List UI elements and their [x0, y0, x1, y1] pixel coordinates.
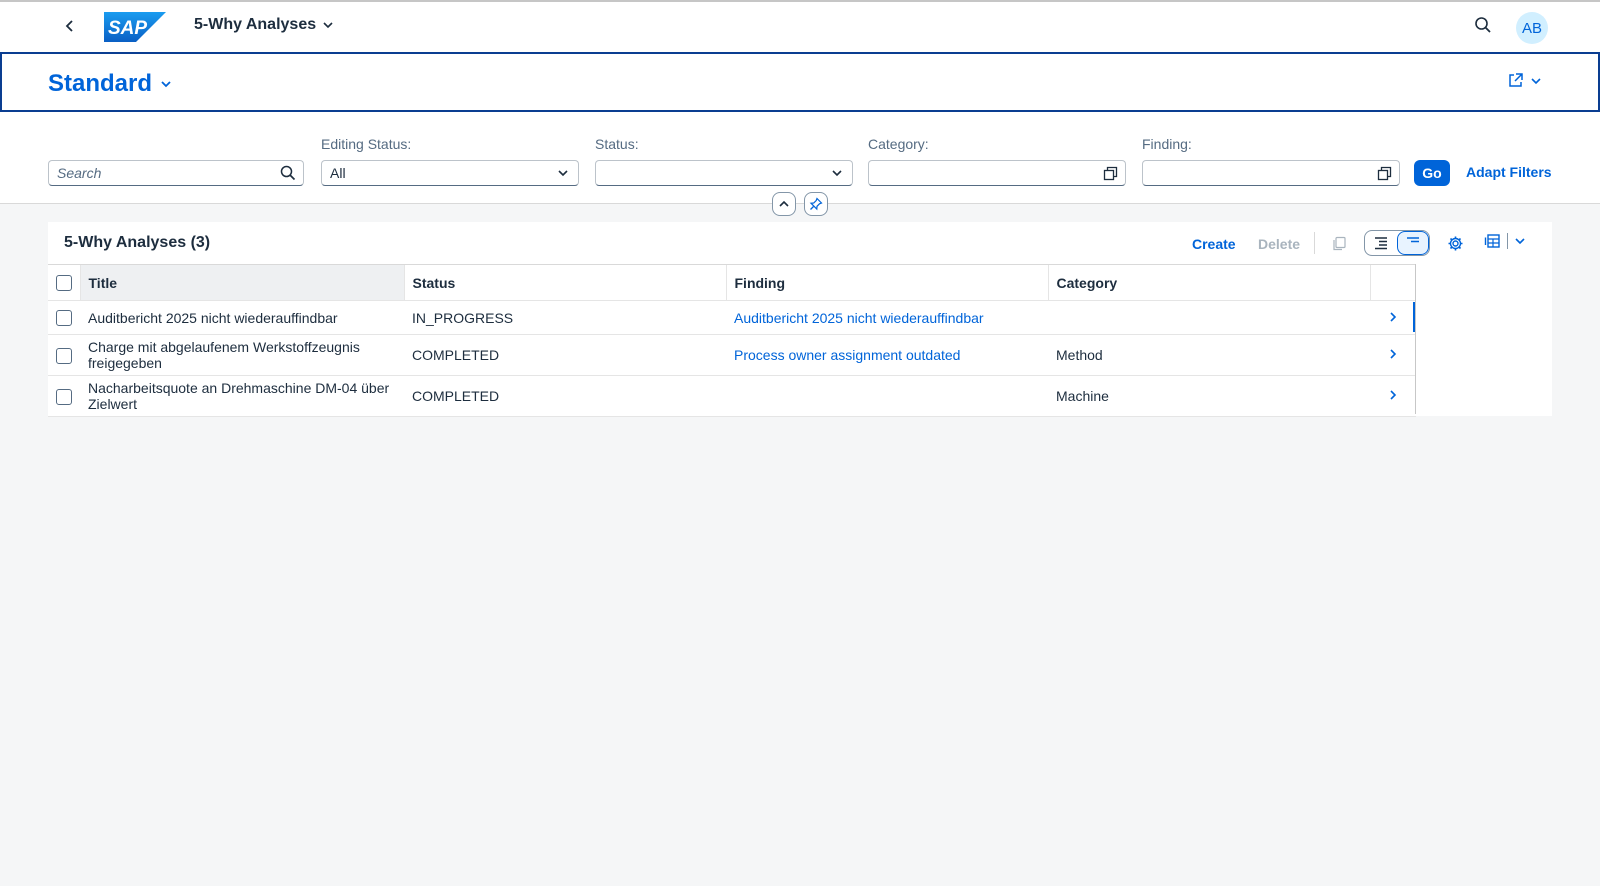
chevron-down-icon — [323, 22, 333, 29]
sap-logo[interactable]: SAP — [104, 12, 166, 42]
table-panel: 5-Why Analyses (3) Create Delete Title S… — [48, 222, 1552, 417]
table-title: 5-Why Analyses (3) — [64, 234, 211, 251]
editing-status-select[interactable]: All — [321, 160, 579, 186]
value-help-icon[interactable] — [1101, 164, 1119, 182]
column-header-finding[interactable]: Finding — [725, 264, 1048, 301]
editing-status-value: All — [330, 165, 346, 181]
select-all-checkbox[interactable] — [56, 275, 72, 292]
share-icon — [1509, 73, 1523, 87]
select-all-cell — [48, 264, 80, 301]
chevron-down-icon — [554, 164, 572, 182]
expand-rows-button[interactable] — [1365, 231, 1397, 255]
app-title-menu[interactable]: 5-Why Analyses — [194, 16, 334, 34]
search-input[interactable]: Search — [48, 160, 304, 186]
table-header-row: Title Status Finding Category — [48, 264, 1416, 301]
variant-title: Standard — [48, 70, 153, 97]
category-label: Category: — [868, 136, 929, 152]
go-button[interactable]: Go — [1414, 160, 1450, 186]
column-header-navigation — [1369, 264, 1416, 301]
row-navigation[interactable] — [1370, 300, 1416, 335]
chevron-right-icon — [1390, 349, 1397, 359]
pin-icon — [809, 197, 823, 211]
editing-status-label: Editing Status: — [321, 136, 412, 152]
gear-icon — [1448, 236, 1462, 250]
variant-header: Standard — [0, 52, 1600, 112]
cell-status: IN_PROGRESS — [404, 300, 726, 335]
chevron-right-icon — [1390, 390, 1397, 400]
share-menu-button[interactable] — [1507, 72, 1542, 89]
status-label: Status: — [595, 136, 639, 152]
text-align-icon — [1374, 237, 1387, 250]
analyses-table: Title Status Finding Category Auditberic… — [48, 264, 1416, 417]
row-layout-toggle — [1364, 230, 1430, 256]
chevron-down-icon — [828, 164, 846, 182]
condense-rows-button[interactable] — [1396, 231, 1429, 255]
chevron-down-icon — [1515, 237, 1525, 244]
column-header-category[interactable]: Category — [1047, 264, 1370, 301]
shell-search-button[interactable] — [1474, 16, 1496, 38]
create-button[interactable]: Create — [1192, 236, 1236, 252]
row-select-cell — [48, 300, 80, 335]
sap-logo-text: SAP — [108, 18, 147, 39]
copy-button[interactable] — [1328, 232, 1350, 254]
status-select[interactable] — [595, 160, 853, 186]
row-navigation[interactable] — [1370, 334, 1416, 376]
category-input[interactable] — [868, 160, 1126, 186]
cell-title: Charge mit abgelaufenem Werkstoffzeugnis… — [80, 334, 404, 376]
cell-category — [1048, 300, 1370, 335]
cell-category: Machine — [1048, 375, 1370, 417]
column-header-status[interactable]: Status — [403, 264, 726, 301]
variant-selector[interactable]: Standard — [48, 70, 172, 98]
cell-title: Auditbericht 2025 nicht wiederauffindbar — [80, 300, 404, 335]
row-checkbox[interactable] — [56, 310, 72, 327]
cell-finding-link[interactable]: Auditbericht 2025 nicht wiederauffindbar — [726, 300, 1048, 335]
export-separator — [1507, 232, 1508, 249]
cell-finding-link[interactable]: Process owner assignment outdated — [726, 334, 1048, 376]
search-placeholder: Search — [57, 165, 102, 181]
cell-category: Method — [1048, 334, 1370, 376]
filter-bar: Search Editing Status: All Status: Categ… — [0, 112, 1600, 204]
finding-label: Finding: — [1142, 136, 1192, 152]
table-row[interactable]: Charge mit abgelaufenem Werkstoffzeugnis… — [48, 334, 1416, 376]
finding-input[interactable] — [1142, 160, 1400, 186]
chevron-right-icon — [1390, 311, 1397, 322]
column-header-title[interactable]: Title — [79, 264, 404, 301]
search-icon — [1475, 17, 1491, 33]
shell-bar: SAP 5-Why Analyses AB — [0, 0, 1600, 52]
table-row[interactable]: Nacharbeitsquote an Drehmaschine DM-04 ü… — [48, 375, 1416, 417]
row-select-cell — [48, 334, 80, 376]
export-spreadsheet-icon — [1484, 234, 1500, 248]
table-settings-button[interactable] — [1444, 232, 1466, 254]
toolbar-separator — [1314, 232, 1315, 254]
text-align-top-icon — [1406, 237, 1419, 243]
copy-icon — [1332, 236, 1346, 250]
adapt-filters-button[interactable]: Adapt Filters — [1466, 164, 1552, 180]
row-navigation[interactable] — [1370, 375, 1416, 417]
pin-header-button[interactable] — [804, 192, 828, 216]
avatar[interactable]: AB — [1516, 12, 1548, 44]
search-icon[interactable] — [279, 164, 297, 182]
cell-status: COMPLETED — [404, 334, 726, 376]
delete-button[interactable]: Delete — [1258, 236, 1300, 252]
row-checkbox[interactable] — [56, 347, 72, 364]
collapse-header-button[interactable] — [772, 192, 796, 216]
export-menu-button[interactable] — [1484, 232, 1526, 249]
back-button[interactable] — [58, 14, 82, 38]
chevron-left-icon — [65, 20, 73, 32]
cell-title: Nacharbeitsquote an Drehmaschine DM-04 ü… — [80, 375, 404, 417]
table-row[interactable]: Auditbericht 2025 nicht wiederauffindbar… — [48, 300, 1416, 335]
chevron-down-icon — [1531, 77, 1541, 84]
cell-status: COMPLETED — [404, 375, 726, 417]
chevron-up-icon — [779, 200, 789, 207]
table-right-border — [1415, 264, 1416, 414]
row-select-cell — [48, 375, 80, 417]
value-help-icon[interactable] — [1375, 164, 1393, 182]
cell-finding-link[interactable] — [726, 375, 1048, 417]
row-checkbox[interactable] — [56, 388, 72, 405]
chevron-down-icon — [161, 81, 171, 88]
app-title: 5-Why Analyses — [194, 16, 317, 33]
